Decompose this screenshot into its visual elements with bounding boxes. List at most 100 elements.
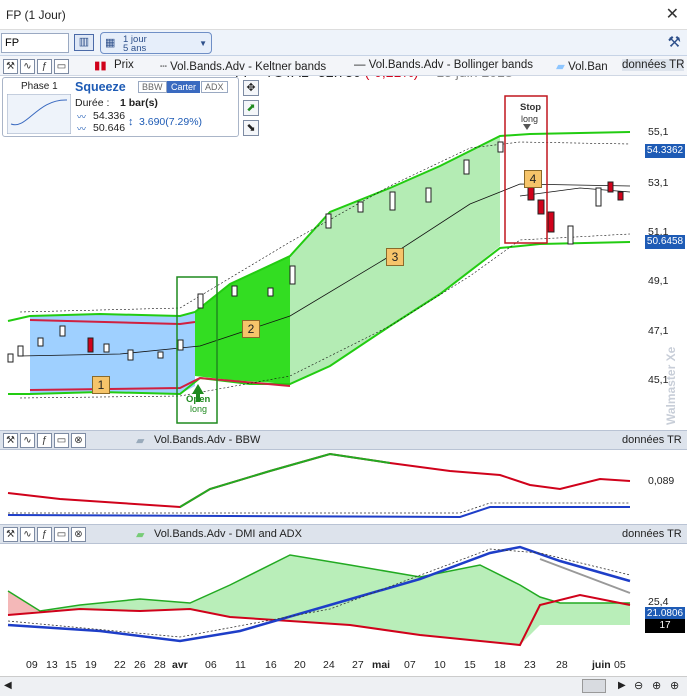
duration-label: Durée : <box>75 97 110 109</box>
y-tick: 47,1 <box>648 325 669 337</box>
stop-label: Stop <box>520 102 542 113</box>
x-tick: 07 <box>404 659 416 671</box>
dmi-chart[interactable] <box>0 545 640 655</box>
formula-icon[interactable]: ƒ <box>37 59 52 74</box>
zoom-in-icon[interactable]: ⊕ <box>652 679 661 692</box>
close-icon[interactable]: ⊗ <box>71 433 86 448</box>
formula-icon[interactable]: ƒ <box>37 433 52 448</box>
close-icon[interactable]: ✕ <box>666 4 679 24</box>
legend-vol-ban[interactable]: ▰ Vol.Ban <box>556 59 608 73</box>
upper-price-tag: 54.3362 <box>645 144 685 158</box>
bbw-panel-header: ⚒ ∿ ƒ ▭ ⊗ ▰ Vol.Bands.Adv - BBW données TR <box>0 430 687 450</box>
y-tick: 55,1 <box>648 126 669 138</box>
bbw-y-tick: 0,089 <box>648 475 675 487</box>
phase-chart-icon <box>7 94 71 134</box>
x-tick: 15 <box>464 659 476 671</box>
phase-badge-4: 4 <box>524 170 542 188</box>
tab-adx[interactable]: ADX <box>201 81 228 93</box>
period-selector[interactable]: ▦ 1 jour 5 ans ▼ <box>100 32 212 54</box>
phase-label: Phase 1 <box>21 81 58 92</box>
legend-keltner-label: Vol.Bands.Adv - Keltner bands <box>170 61 327 73</box>
window-icon[interactable]: ▭ <box>54 433 69 448</box>
symbol-input[interactable] <box>1 33 69 53</box>
scroll-left-icon[interactable]: ◀ <box>4 680 12 691</box>
watermark: Walmaster Xe <box>664 346 678 425</box>
legend-keltner[interactable]: ┄ Vol.Bands.Adv - Keltner bands <box>160 59 326 73</box>
y-tick: 53,1 <box>648 177 669 189</box>
x-tick: 05 <box>614 659 626 671</box>
window-title: FP (1 Jour) <box>6 8 66 22</box>
phase-badge-1: 1 <box>92 376 110 394</box>
x-tick: 15 <box>65 659 77 671</box>
arrow-updown-icon: ↕ <box>128 116 134 128</box>
phase-badge-2: 2 <box>242 320 260 338</box>
x-tick: 20 <box>294 659 306 671</box>
tools-icon[interactable]: ⚒ <box>668 33 681 51</box>
close-icon[interactable]: ⊗ <box>71 527 86 542</box>
window-icon[interactable]: ▭ <box>54 59 69 74</box>
x-tick: 19 <box>85 659 97 671</box>
wave-icon: 〰 <box>77 124 87 134</box>
window-icon[interactable]: ▭ <box>54 527 69 542</box>
bbw-data-label: données TR <box>622 434 682 446</box>
scroll-thumb[interactable] <box>582 679 606 693</box>
phase-badge-3: 3 <box>386 248 404 266</box>
calendar-icon: ▦ <box>105 37 116 49</box>
indicator-icon[interactable]: ∿ <box>20 433 35 448</box>
arrow-down-icon <box>523 124 531 130</box>
x-tick: 11 <box>235 659 246 671</box>
x-axis: 09 13 15 19 22 26 28 avr 06 11 16 20 24 … <box>0 655 640 675</box>
x-tick: 13 <box>46 659 58 671</box>
band-difference: 3.690(7.29%) <box>139 116 203 128</box>
open-sub-label: long <box>190 404 208 414</box>
dmi-panel-header: ⚒ ∿ ƒ ▭ ⊗ ▰ Vol.Bands.Adv - DMI and ADX donn… <box>0 524 687 544</box>
x-tick: 06 <box>205 659 217 671</box>
period-line2: 5 ans <box>123 43 147 54</box>
tab-carter[interactable]: Carter <box>167 81 201 93</box>
duration-value: 1 bar(s) <box>120 97 158 109</box>
zoom-out-icon[interactable]: ⊖ <box>634 679 643 692</box>
x-tick: 23 <box>524 659 536 671</box>
chart-down-icon[interactable]: ⬊ <box>243 120 259 136</box>
candle-icon: ▮▮ <box>94 60 107 72</box>
formula-icon[interactable]: ƒ <box>37 527 52 542</box>
x-tick: avr <box>172 659 188 671</box>
dmi-price-tag-2: 17 <box>645 619 685 633</box>
area-icon: ▰ <box>136 529 145 541</box>
indicator-icon[interactable]: ∿ <box>20 527 35 542</box>
tools-icon[interactable]: ⚒ <box>3 527 18 542</box>
tools-icon[interactable]: ⚒ <box>3 433 18 448</box>
dmi-title: Vol.Bands.Adv - DMI and ADX <box>154 528 302 540</box>
x-tick: 26 <box>134 659 146 671</box>
tools-icon[interactable]: ⚒ <box>3 59 18 74</box>
move-icon[interactable]: ✥ <box>243 80 259 96</box>
x-tick: 24 <box>323 659 335 671</box>
chevron-down-icon: ▼ <box>199 39 207 48</box>
data-source-label: données TR <box>622 59 685 71</box>
y-tick: 49,1 <box>648 275 669 287</box>
stop-sub-label: long <box>521 114 539 124</box>
x-tick: 28 <box>556 659 568 671</box>
x-tick: 28 <box>154 659 166 671</box>
chart-up-icon[interactable]: ⬈ <box>243 100 259 116</box>
legend-bollinger-label: Vol.Bands.Adv - Bollinger bands <box>368 59 533 71</box>
toolbar: ▥ ▦ 1 jour 5 ans ▼ FP - TOTAL 52.750 (-0… <box>0 30 687 80</box>
fit-icon[interactable]: ⊕ <box>670 679 679 692</box>
bbw-title: Vol.Bands.Adv - BBW <box>154 434 261 446</box>
legend-vol-ban-label: Vol.Ban <box>568 61 608 73</box>
squeeze-title: Squeeze <box>75 80 126 94</box>
x-tick: 27 <box>352 659 364 671</box>
legend-bollinger[interactable]: — Vol.Bands.Adv - Bollinger bands <box>354 59 533 71</box>
title-bar: FP (1 Jour) ✕ <box>0 0 687 30</box>
indicator-icon[interactable]: ∿ <box>20 59 35 74</box>
horizontal-scrollbar[interactable]: ◀ ▶ ⊖ ⊕ ⊕ <box>0 676 687 696</box>
indicator-legend: ⚒ ∿ ƒ ▭ ▮▮ Prix ┄ Vol.Bands.Adv - Keltner b… <box>0 56 687 76</box>
legend-prix[interactable]: Prix <box>114 59 134 71</box>
tab-bbw[interactable]: BBW <box>138 81 167 93</box>
x-tick: juin <box>592 659 611 671</box>
scroll-right-icon[interactable]: ▶ <box>618 680 626 691</box>
x-tick: 09 <box>26 659 38 671</box>
bbw-chart[interactable] <box>0 451 640 522</box>
lower-price-tag: 50.6458 <box>645 235 685 249</box>
book-icon[interactable]: ▥ <box>74 34 94 51</box>
